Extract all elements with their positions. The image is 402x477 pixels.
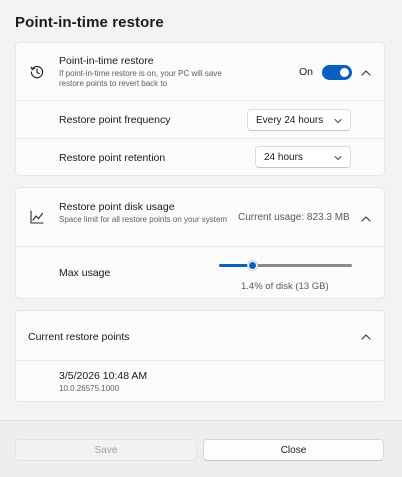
disk-usage-card: Restore point disk usage Space limit for… (15, 187, 385, 299)
restore-point-version: 10.0.26575.1000 (59, 384, 120, 393)
close-button[interactable]: Close (203, 439, 384, 461)
frequency-label: Restore point frequency (59, 114, 171, 126)
save-button[interactable]: Save (15, 439, 197, 461)
chevron-down-icon (334, 116, 342, 127)
restore-description: If point-in-time restore is on, your PC … (59, 69, 222, 88)
retention-label: Restore point retention (59, 152, 166, 164)
restore-header-row[interactable]: Point-in-time restore If point-in-time r… (16, 43, 384, 101)
history-clock-icon (28, 63, 46, 81)
frequency-value: Every 24 hours (256, 114, 324, 126)
current-usage-text: Current usage: 823.3 MB (238, 212, 350, 223)
restore-dialog: Point-in-time restore Point-in-time rest… (0, 0, 402, 477)
max-usage-row: Max usage 1.4% of disk (13 GB) (16, 247, 384, 299)
max-usage-slider-thumb[interactable] (247, 260, 258, 271)
line-chart-icon (28, 208, 46, 226)
frequency-row: Restore point frequency Every 24 hours (16, 101, 384, 139)
points-header-row[interactable]: Current restore points (16, 311, 384, 361)
retention-value: 24 hours (264, 151, 303, 163)
restore-point-item[interactable]: 3/5/2026 10:48 AM 10.0.26575.1000 (16, 361, 384, 401)
toggle-knob (340, 68, 349, 77)
restore-title: Point-in-time restore (59, 55, 154, 67)
chevron-up-icon[interactable] (360, 331, 372, 343)
restore-points-card: Current restore points 3/5/2026 10:48 AM… (15, 310, 385, 402)
disk-title: Restore point disk usage (59, 201, 175, 213)
retention-row: Restore point retention 24 hours (16, 139, 384, 177)
dialog-footer: Save Close (0, 420, 402, 477)
page-title: Point-in-time restore (15, 14, 164, 31)
retention-dropdown[interactable]: 24 hours (255, 146, 351, 168)
frequency-dropdown[interactable]: Every 24 hours (247, 109, 351, 131)
points-title: Current restore points (28, 331, 130, 343)
disk-header-row[interactable]: Restore point disk usage Space limit for… (16, 188, 384, 247)
restore-card: Point-in-time restore If point-in-time r… (15, 42, 385, 176)
chevron-up-icon[interactable] (360, 67, 372, 79)
max-usage-label: Max usage (59, 267, 111, 279)
toggle-state-label: On (299, 66, 314, 78)
slider-thumb-dot (249, 262, 256, 269)
max-usage-value: 1.4% of disk (13 GB) (241, 281, 329, 292)
disk-description: Space limit for all restore points on yo… (59, 215, 228, 224)
chevron-down-icon (334, 153, 342, 164)
restore-point-datetime: 3/5/2026 10:48 AM (59, 370, 148, 382)
restore-toggle[interactable] (322, 65, 352, 80)
chevron-up-icon[interactable] (360, 213, 372, 225)
